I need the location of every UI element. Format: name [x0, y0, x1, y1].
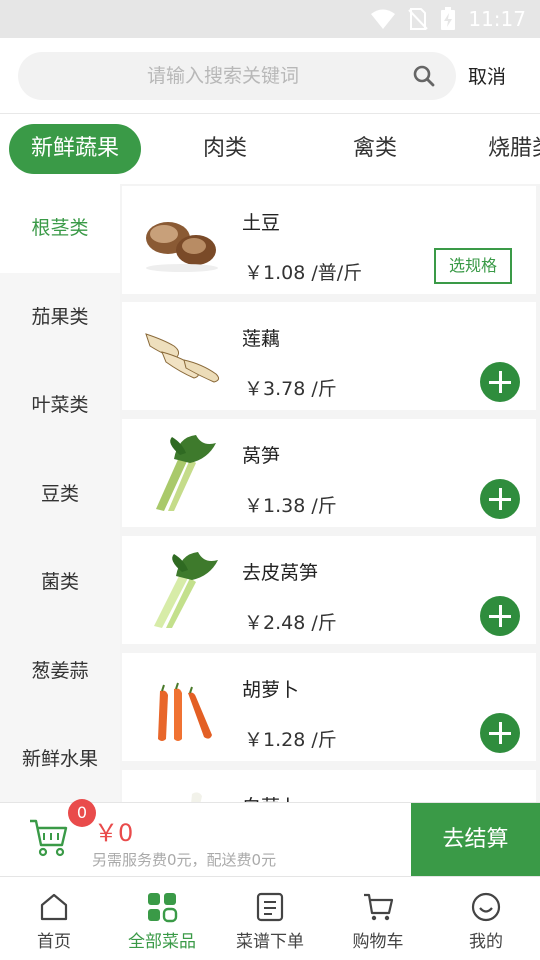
search-input[interactable] — [38, 52, 408, 100]
add-to-cart-button[interactable] — [480, 362, 520, 402]
product-price: ￥2.48 /斤 — [244, 612, 337, 634]
search-icon[interactable] — [412, 64, 436, 88]
subcategory-sidebar: 根茎类 茄果类 叶菜类 豆类 菌类 葱姜蒜 新鲜水果 — [0, 184, 120, 802]
cart-bar: 0 ￥0 另需服务费0元，配送费0元 去结算 — [0, 799, 540, 877]
product-card[interactable]: 去皮莴笋 ￥2.48 /斤 — [122, 536, 536, 644]
product-price: ￥3.78 /斤 — [244, 378, 337, 400]
sidebar-item-root-vegetables[interactable]: 根茎类 — [0, 184, 120, 273]
nav-label: 购物车 — [352, 932, 404, 952]
sidebar-item-leafy-greens[interactable]: 叶菜类 — [0, 361, 120, 450]
cart-fee-note: 另需服务费0元，配送费0元 — [92, 851, 277, 869]
radish-image — [191, 792, 202, 802]
profile-icon — [471, 892, 501, 922]
tab-meat[interactable]: 肉类 — [180, 124, 270, 174]
product-card[interactable]: 胡萝卜 ￥1.28 /斤 — [122, 653, 536, 761]
grid-icon — [148, 893, 178, 923]
product-card[interactable]: 莲藕 ￥3.78 /斤 — [122, 302, 536, 410]
status-icons: 11:17 — [370, 6, 526, 32]
nav-home[interactable]: 首页 — [0, 877, 108, 960]
nav-recipe-order[interactable]: 菜谱下单 — [216, 877, 324, 960]
nav-label: 菜谱下单 — [236, 932, 304, 952]
bottom-nav: 首页 全部菜品 菜谱下单 购物车 我的 — [0, 876, 540, 960]
search-box[interactable] — [18, 52, 456, 100]
recipe-icon — [256, 892, 284, 922]
add-to-cart-button[interactable] — [480, 713, 520, 753]
product-name: 莴笋 — [242, 445, 281, 467]
sidebar-item-aromatics[interactable]: 葱姜蒜 — [0, 627, 120, 716]
cart-count-badge: 0 — [68, 799, 96, 827]
nav-label: 首页 — [37, 932, 71, 952]
potato-image — [146, 222, 218, 272]
product-price: ￥1.08 /普/斤 — [244, 262, 363, 284]
tab-roast-meat[interactable]: 烧腊类 — [488, 124, 540, 174]
nav-label: 全部菜品 — [128, 932, 196, 952]
nav-label: 我的 — [469, 932, 503, 952]
wifi-icon — [371, 9, 396, 29]
lotus-root-image — [145, 333, 220, 383]
nav-cart[interactable]: 购物车 — [324, 877, 432, 960]
product-list: 土豆 ￥1.08 /普/斤 选规格 莲藕 ￥3.78 /斤 莴笋 ￥1.38 /… — [120, 184, 540, 802]
product-name: 胡萝卜 — [242, 679, 300, 701]
tab-fresh-produce[interactable]: 新鲜蔬果 — [9, 124, 141, 174]
home-icon — [40, 893, 68, 921]
no-sim-icon — [408, 8, 429, 30]
search-area: 取消 — [0, 38, 540, 114]
status-time: 11:17 — [468, 7, 526, 31]
product-name: 土豆 — [242, 212, 281, 234]
status-bar: 11:17 — [0, 0, 540, 38]
peeled-celtuce-image — [154, 552, 218, 628]
product-card[interactable]: 白萝卜 — [122, 770, 536, 802]
sidebar-item-beans[interactable]: 豆类 — [0, 450, 120, 539]
product-name: 去皮莴笋 — [242, 562, 319, 584]
nav-profile[interactable]: 我的 — [432, 877, 540, 960]
sidebar-item-fresh-fruit[interactable]: 新鲜水果 — [0, 715, 120, 802]
product-price: ￥1.38 /斤 — [244, 495, 337, 517]
carrot-image — [158, 682, 212, 741]
cancel-button[interactable]: 取消 — [468, 62, 506, 89]
product-card[interactable]: 土豆 ￥1.08 /普/斤 选规格 — [122, 186, 536, 294]
nav-all-dishes[interactable]: 全部菜品 — [108, 877, 216, 960]
add-to-cart-button[interactable] — [480, 479, 520, 519]
product-price: ￥1.28 /斤 — [244, 729, 337, 751]
celtuce-image — [156, 435, 216, 511]
tab-poultry[interactable]: 禽类 — [330, 124, 420, 174]
category-tabs: 新鲜蔬果 肉类 禽类 烧腊类 — [0, 114, 540, 184]
checkout-button[interactable]: 去结算 — [411, 803, 540, 877]
shopping-cart-icon[interactable] — [28, 817, 70, 857]
cart-icon — [364, 893, 394, 921]
cart-total: ￥0 — [94, 819, 134, 847]
product-name: 白萝卜 — [242, 792, 299, 802]
sidebar-item-fruit-vegetables[interactable]: 茄果类 — [0, 273, 120, 362]
product-card[interactable]: 莴笋 ￥1.38 /斤 — [122, 419, 536, 527]
sidebar-item-mushrooms[interactable]: 菌类 — [0, 538, 120, 627]
add-to-cart-button[interactable] — [480, 596, 520, 636]
product-name: 莲藕 — [242, 328, 281, 350]
select-spec-button[interactable]: 选规格 — [434, 248, 512, 284]
battery-charging-icon — [441, 7, 456, 30]
